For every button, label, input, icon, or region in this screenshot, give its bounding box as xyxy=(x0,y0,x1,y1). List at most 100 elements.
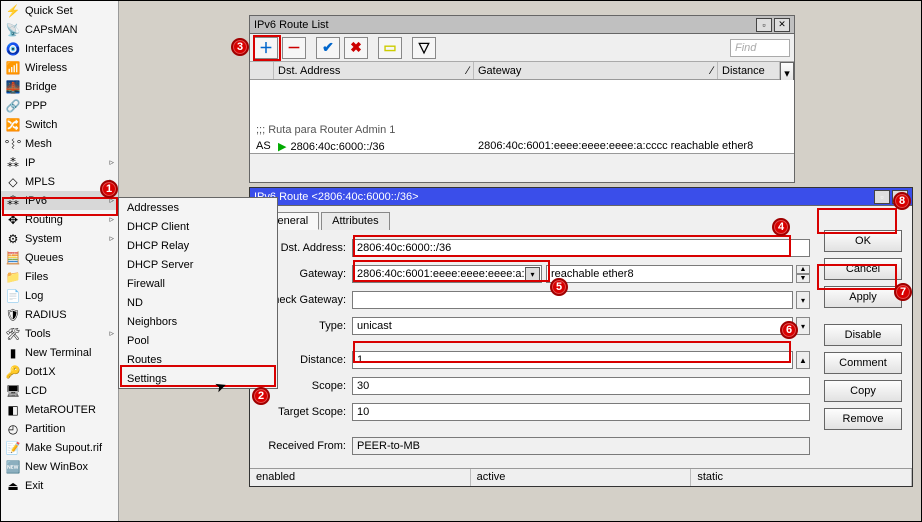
submenu-nd[interactable]: ND xyxy=(119,293,277,312)
route-dialog: IPv6 Route <2806:40c:6000::/36> ▫ ✕ Gene… xyxy=(249,187,913,487)
sidebar-item-log[interactable]: 📄Log xyxy=(1,286,118,305)
input-type[interactable]: unicast xyxy=(352,317,793,335)
route-list-titlebar[interactable]: IPv6 Route List ▫ ✕ xyxy=(250,16,794,34)
submenu-pool[interactable]: Pool xyxy=(119,331,277,350)
sidebar-item-label: Queues xyxy=(25,252,64,264)
route-gateway: 2806:40c:6001:eeee:eeee:eeee:a:cccc reac… xyxy=(474,140,794,152)
sidebar-item-radius[interactable]: 🛡RADIUS xyxy=(1,305,118,324)
disable-button[interactable]: Disable xyxy=(824,324,902,346)
ok-button[interactable]: OK xyxy=(824,230,902,252)
copy-button[interactable]: Copy xyxy=(824,380,902,402)
input-gateway[interactable]: 2806:40c:6001:eeee:eeee:eeee:a:c ▾ xyxy=(352,265,542,283)
distance-up[interactable]: ▲ xyxy=(796,351,810,369)
sidebar-item-system[interactable]: ⚙System▹ xyxy=(1,229,118,248)
sidebar-item-bridge[interactable]: 🌉Bridge xyxy=(1,77,118,96)
input-check-gateway[interactable] xyxy=(352,291,793,309)
remove-button[interactable]: Remove xyxy=(824,408,902,430)
sidebar-item-newwinbox[interactable]: 🆕New WinBox xyxy=(1,457,118,476)
close-button[interactable]: ✕ xyxy=(774,18,790,32)
partition-icon: ◴ xyxy=(5,421,21,437)
app-root: ⚡Quick Set 📡CAPsMAN 🧿Interfaces 📶Wireles… xyxy=(0,0,922,522)
sidebar-item-mesh[interactable]: °ᛵ°Mesh xyxy=(1,134,118,153)
sidebar-item-label: LCD xyxy=(25,385,47,397)
radius-icon: 🛡 xyxy=(5,307,21,323)
comment-button[interactable]: ▭ xyxy=(378,37,402,59)
sidebar-item-files[interactable]: 📁Files xyxy=(1,267,118,286)
submenu-settings[interactable]: Settings xyxy=(119,369,277,388)
ip-icon: ⁂ xyxy=(5,155,21,171)
input-distance[interactable]: 1 xyxy=(352,351,793,369)
window-title: IPv6 Route <2806:40c:6000::/36> xyxy=(254,191,419,203)
submenu-label: Addresses xyxy=(127,202,179,214)
sidebar-item-interfaces[interactable]: 🧿Interfaces xyxy=(1,39,118,58)
chevron-right-icon: ▹ xyxy=(109,214,114,225)
gateway-updown[interactable]: ▲▼ xyxy=(796,265,810,283)
sidebar-item-label: Exit xyxy=(25,480,43,492)
exit-icon: ⏏ xyxy=(5,478,21,494)
apply-button[interactable]: Apply xyxy=(824,286,902,308)
th-flag[interactable] xyxy=(250,62,274,79)
sidebar-item-partition[interactable]: ◴Partition xyxy=(1,419,118,438)
log-icon: 📄 xyxy=(5,288,21,304)
switch-icon: 🔀 xyxy=(5,117,21,133)
sidebar-item-wireless[interactable]: 📶Wireless xyxy=(1,58,118,77)
input-target-scope[interactable]: 10 xyxy=(352,403,810,421)
sidebar-item-lcd[interactable]: 🖥 LCD xyxy=(1,381,118,400)
submenu-routes[interactable]: Routes xyxy=(119,350,277,369)
route-dialog-titlebar[interactable]: IPv6 Route <2806:40c:6000::/36> ▫ ✕ xyxy=(250,188,912,206)
th-gateway[interactable]: Gateway∕ xyxy=(474,62,718,79)
type-dropdown[interactable]: ▾ xyxy=(796,317,810,335)
annot-5: 5 xyxy=(550,278,568,296)
cancel-button[interactable]: Cancel xyxy=(824,258,902,280)
filter-button[interactable]: ▽ xyxy=(412,37,436,59)
sidebar-item-label: Bridge xyxy=(25,81,57,93)
route-row[interactable]: AS ▶2806:40c:6000::/36 2806:40c:6001:eee… xyxy=(250,138,794,154)
input-dst-address[interactable]: 2806:40c:6000::/36 xyxy=(352,239,810,257)
annot-7: 7 xyxy=(894,283,912,301)
sidebar-item-queues[interactable]: 🧮Queues xyxy=(1,248,118,267)
sidebar-item-capsman[interactable]: 📡CAPsMAN xyxy=(1,20,118,39)
submenu-label: Firewall xyxy=(127,278,165,290)
sidebar-item-ip[interactable]: ⁂IP▹ xyxy=(1,153,118,172)
status-static: static xyxy=(691,469,912,486)
submenu-dhcpclient[interactable]: DHCP Client xyxy=(119,217,277,236)
sidebar-item-ppp[interactable]: 🔗PPP xyxy=(1,96,118,115)
th-distance[interactable]: Distance xyxy=(718,62,780,79)
enable-button[interactable]: ✔ xyxy=(316,37,340,59)
th-dst-address[interactable]: Dst. Address∕ xyxy=(274,62,474,79)
submenu-label: Routes xyxy=(127,354,162,366)
sidebar-item-routing[interactable]: ✥Routing▹ xyxy=(1,210,118,229)
lcd-icon: 🖥 xyxy=(5,383,21,399)
submenu-firewall[interactable]: Firewall xyxy=(119,274,277,293)
dialog-statusbar: enabled active static xyxy=(250,468,912,486)
sidebar-item-dot1x[interactable]: 🔑Dot1X xyxy=(1,362,118,381)
sidebar-item-tools[interactable]: 🛠Tools▹ xyxy=(1,324,118,343)
input-scope[interactable]: 30 xyxy=(352,377,810,395)
ipv6-icon: ⁂ xyxy=(5,193,21,209)
terminal-icon: ▮ xyxy=(5,345,21,361)
sidebar-item-newterminal[interactable]: ▮New Terminal xyxy=(1,343,118,362)
sidebar-item-label: Mesh xyxy=(25,138,52,150)
add-button[interactable]: ＋ xyxy=(254,37,278,59)
gateway-dropdown-icon[interactable]: ▾ xyxy=(525,267,540,282)
submenu-neighbors[interactable]: Neighbors xyxy=(119,312,277,331)
minimize-button[interactable]: ▫ xyxy=(874,190,890,204)
remove-button[interactable]: － xyxy=(282,37,306,59)
submenu-dhcprelay[interactable]: DHCP Relay xyxy=(119,236,277,255)
check-gateway-dropdown[interactable]: ▾ xyxy=(796,291,810,309)
sidebar-item-exit[interactable]: ⏏ Exit xyxy=(1,476,118,495)
submenu-addresses[interactable]: Addresses xyxy=(119,198,277,217)
sidebar-item-supout[interactable]: 📝Make Supout.rif xyxy=(1,438,118,457)
sidebar-item-switch[interactable]: 🔀Switch xyxy=(1,115,118,134)
comment-button[interactable]: Comment xyxy=(824,352,902,374)
input-gateway-status[interactable]: reachable ether8 xyxy=(546,265,793,283)
sidebar-item-metarouter[interactable]: ◧MetaROUTER xyxy=(1,400,118,419)
disable-button[interactable]: ✖ xyxy=(344,37,368,59)
find-input[interactable]: Find xyxy=(730,39,790,57)
minimize-button[interactable]: ▫ xyxy=(756,18,772,32)
tab-attributes[interactable]: Attributes xyxy=(321,212,389,230)
route-list-body[interactable]: ;;; Ruta para Router Admin 1 AS ▶2806:40… xyxy=(250,80,794,154)
submenu-dhcpserver[interactable]: DHCP Server xyxy=(119,255,277,274)
chevron-right-icon: ▹ xyxy=(109,328,114,339)
sidebar-item-quickset[interactable]: ⚡Quick Set xyxy=(1,1,118,20)
